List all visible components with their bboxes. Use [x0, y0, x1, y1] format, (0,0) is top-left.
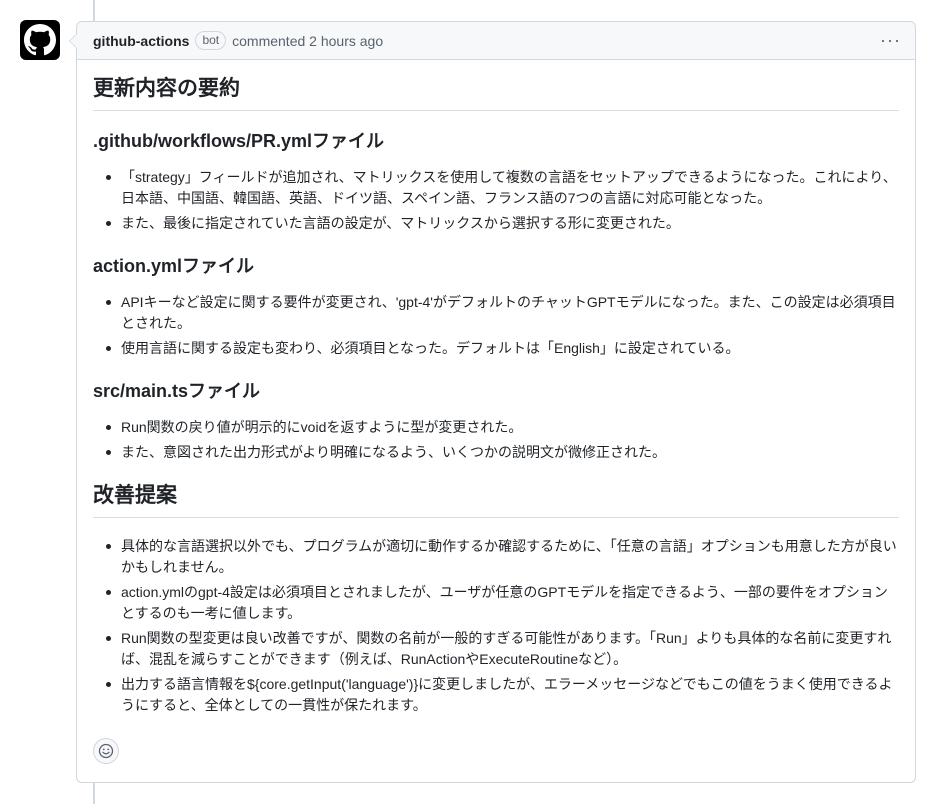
- list-item: 「strategy」フィールドが追加され、マトリックスを使用して複数の言語をセッ…: [93, 167, 899, 209]
- section-list: 「strategy」フィールドが追加され、マトリックスを使用して複数の言語をセッ…: [93, 167, 899, 234]
- suggestions-heading: 改善提案: [93, 483, 899, 518]
- comment-timestamp[interactable]: commented 2 hours ago: [232, 33, 383, 49]
- add-reaction-button[interactable]: [93, 738, 119, 764]
- list-item: また、最後に指定されていた言語の設定が、マトリックスから選択する形に変更された。: [93, 213, 899, 234]
- author-link[interactable]: github-actions: [93, 33, 189, 49]
- list-item: 使用言語に関する設定も変わり、必須項目となった。デフォルトは「English」に…: [93, 338, 899, 359]
- github-mark-icon: [24, 24, 56, 56]
- section-title: src/main.tsファイル: [93, 381, 261, 401]
- list-item: APIキーなど設定に関する要件が変更され、'gpt-4'がデフォルトのチャットG…: [93, 292, 899, 334]
- list-item: action.ymlのgpt-4設定は必須項目とされましたが、ユーザが任意のGP…: [93, 582, 899, 624]
- summary-heading: 更新内容の要約: [93, 76, 899, 111]
- section-list: Run関数の戻り値が明示的にvoidを返すように型が変更された。 また、意図され…: [93, 417, 899, 463]
- comment-box: github-actions bot commented 2 hours ago…: [69, 21, 916, 783]
- section-list: APIキーなど設定に関する要件が変更され、'gpt-4'がデフォルトのチャットG…: [93, 292, 899, 359]
- list-item: 具体的な言語選択以外でも、プログラムが適切に動作するか確認するために、「任意の言…: [93, 536, 899, 578]
- suggestions-list: 具体的な言語選択以外でも、プログラムが適切に動作するか確認するために、「任意の言…: [93, 536, 899, 716]
- comment-header: github-actions bot commented 2 hours ago…: [77, 22, 915, 60]
- section-title: .github/workflows/PR.ymlファイル: [93, 131, 385, 151]
- smiley-icon: [98, 743, 114, 759]
- section-title: action.ymlファイル: [93, 256, 255, 276]
- list-item: 出力する語言情報を${core.getInput('language')}に変更…: [93, 674, 899, 716]
- bot-badge: bot: [195, 31, 227, 50]
- comment-body: 更新内容の要約 .github/workflows/PR.ymlファイル 「st…: [77, 60, 915, 716]
- list-item: Run関数の戻り値が明示的にvoidを返すように型が変更された。: [93, 417, 899, 438]
- comment-menu-button[interactable]: ···: [880, 30, 901, 51]
- list-item: また、意図された出力形式がより明確になるよう、いくつかの説明文が微修正された。: [93, 442, 899, 463]
- list-item: Run関数の型変更は良い改善ですが、関数の名前が一般的すぎる可能性があります。「…: [93, 628, 899, 670]
- avatar[interactable]: [20, 20, 60, 60]
